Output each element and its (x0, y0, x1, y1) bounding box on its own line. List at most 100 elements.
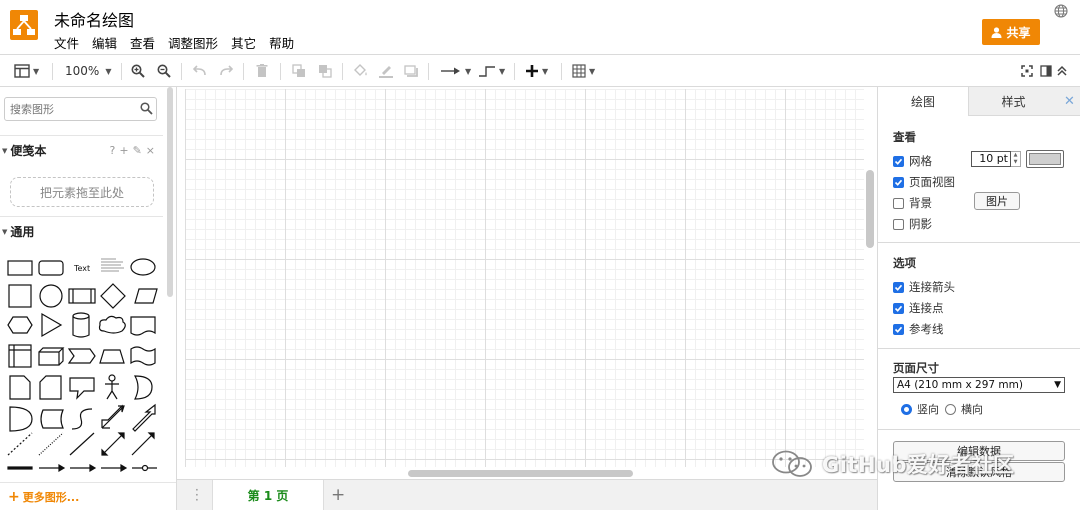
canvas-vertical-scrollbar[interactable] (866, 170, 874, 248)
shape-document[interactable] (130, 316, 156, 336)
background-checkbox[interactable]: 背景 (893, 195, 932, 211)
shape-step[interactable] (67, 348, 96, 364)
shape-or[interactable] (133, 375, 153, 400)
shape-ellipse[interactable] (130, 258, 156, 276)
tab-diagram[interactable]: 绘图 (878, 87, 969, 116)
search-icon[interactable] (140, 102, 153, 115)
page-tab-1[interactable]: 第 1 页 (212, 480, 324, 510)
waypoints-dropdown[interactable]: ▼ (478, 62, 505, 80)
shape-internal-storage[interactable] (8, 344, 32, 368)
zoom-in-button[interactable] (131, 62, 145, 80)
shape-rectangle[interactable] (7, 260, 33, 276)
close-icon[interactable]: ✕ (1058, 87, 1080, 116)
portrait-radio[interactable]: 竖向 (901, 401, 939, 417)
close-icon[interactable]: × (146, 144, 155, 157)
globe-icon[interactable] (1054, 4, 1068, 18)
shape-association[interactable] (132, 464, 157, 472)
connection-arrows-checkbox[interactable]: 连接箭头 (893, 279, 955, 295)
grid-size-input[interactable]: 10 pt (971, 151, 1011, 167)
undo-button[interactable] (193, 62, 207, 80)
shape-note[interactable] (9, 375, 31, 400)
shape-dashed-line[interactable] (7, 432, 33, 456)
shape-curve[interactable] (71, 408, 93, 430)
shape-directional-connector[interactable] (131, 432, 155, 456)
shape-hexagon[interactable] (7, 316, 33, 334)
page-menu-icon[interactable]: · · · (195, 484, 199, 506)
canvas-horizontal-scrollbar[interactable] (408, 470, 633, 477)
page-view-checkbox[interactable]: 页面视图 (893, 174, 955, 190)
delete-button[interactable] (256, 62, 268, 80)
shape-callout[interactable] (69, 377, 95, 400)
shape-card[interactable] (39, 375, 62, 400)
shape-rounded-rectangle[interactable] (38, 260, 64, 276)
shape-trapezoid[interactable] (99, 349, 125, 364)
fullscreen-button[interactable] (1021, 62, 1033, 80)
menu-help[interactable]: 帮助 (269, 33, 294, 52)
shape-circle[interactable] (39, 284, 63, 308)
general-shapes-header[interactable]: ▼ 通用 (0, 216, 163, 246)
shape-link-arrow-2[interactable] (70, 463, 97, 473)
shape-text[interactable]: Text (73, 264, 90, 273)
shadow-checkbox[interactable]: 阴影 (893, 216, 932, 232)
format-toggle-button[interactable] (1040, 62, 1052, 80)
scratchpad-dropzone[interactable]: 把元素拖至此处 (10, 177, 154, 207)
menu-view[interactable]: 查看 (130, 33, 155, 52)
shape-link-arrow-3[interactable] (101, 463, 128, 473)
shape-textbox[interactable] (101, 258, 124, 272)
document-title[interactable]: 未命名绘图 (54, 7, 134, 31)
format-panel-toggle-button[interactable]: ▼ (14, 62, 39, 80)
help-icon[interactable]: ? (110, 144, 116, 157)
menu-file[interactable]: 文件 (54, 33, 79, 52)
shape-dotted-line[interactable] (38, 432, 64, 456)
app-logo-icon[interactable] (10, 10, 38, 40)
shape-bidirectional-connector[interactable] (101, 432, 125, 456)
grid-color-button[interactable] (1026, 150, 1064, 168)
shape-square[interactable] (8, 284, 32, 308)
shadow-button[interactable] (404, 62, 418, 80)
share-button[interactable]: 共享 (982, 19, 1040, 45)
add-page-icon[interactable]: + (331, 485, 345, 505)
menu-extras[interactable]: 其它 (231, 33, 256, 52)
page-size-select[interactable]: A4 (210 mm x 297 mm) ▼ (893, 377, 1065, 393)
shape-parallelogram[interactable] (134, 288, 158, 304)
landscape-radio[interactable]: 横向 (945, 401, 983, 417)
shape-line[interactable] (69, 432, 95, 456)
menu-arrange[interactable]: 调整图形 (168, 33, 218, 52)
shape-cylinder[interactable] (72, 312, 90, 338)
shape-tape[interactable] (130, 346, 156, 366)
shape-bidirectional-arrow[interactable] (101, 404, 125, 429)
shape-arrow[interactable] (132, 403, 156, 432)
to-front-button[interactable] (292, 62, 306, 80)
insert-dropdown[interactable]: ▼ (525, 62, 548, 80)
shape-diamond[interactable] (100, 283, 126, 309)
zoom-out-button[interactable] (157, 62, 171, 80)
add-icon[interactable]: + (119, 144, 128, 157)
zoom-dropdown[interactable]: 100% ▼ (65, 62, 111, 80)
edit-icon[interactable]: ✎ (133, 144, 142, 157)
to-back-button[interactable] (318, 62, 332, 80)
shape-actor[interactable] (105, 374, 119, 400)
shape-search-input[interactable] (10, 99, 140, 119)
shape-process[interactable] (68, 288, 96, 304)
shape-data-storage[interactable] (40, 409, 64, 429)
shape-cloud[interactable] (98, 315, 126, 334)
fill-color-button[interactable] (353, 62, 369, 80)
shape-link-arrow[interactable] (39, 463, 66, 473)
redo-button[interactable] (219, 62, 233, 80)
more-shapes-button[interactable]: + 更多图形... (0, 482, 176, 510)
grid-checkbox[interactable]: 网格 (893, 153, 932, 169)
shape-cube[interactable] (38, 347, 65, 366)
line-color-button[interactable] (378, 62, 394, 80)
table-dropdown[interactable]: ▼ (572, 62, 595, 80)
sidebar-scrollbar[interactable] (167, 87, 173, 297)
shape-thick-line[interactable] (7, 466, 33, 470)
menu-edit[interactable]: 编辑 (92, 33, 117, 52)
connection-points-checkbox[interactable]: 连接点 (893, 300, 944, 316)
grid-size-stepper[interactable]: ▲ ▼ (1011, 151, 1021, 167)
background-image-button[interactable]: 图片 (974, 192, 1020, 210)
drawing-canvas[interactable] (177, 87, 877, 479)
tab-style[interactable]: 样式 (969, 87, 1058, 116)
connection-style-dropdown[interactable]: ▼ (440, 62, 471, 80)
scratchpad-header[interactable]: ▼ 便笺本 ? + ✎ × (0, 135, 163, 165)
collapse-button[interactable] (1057, 62, 1067, 80)
